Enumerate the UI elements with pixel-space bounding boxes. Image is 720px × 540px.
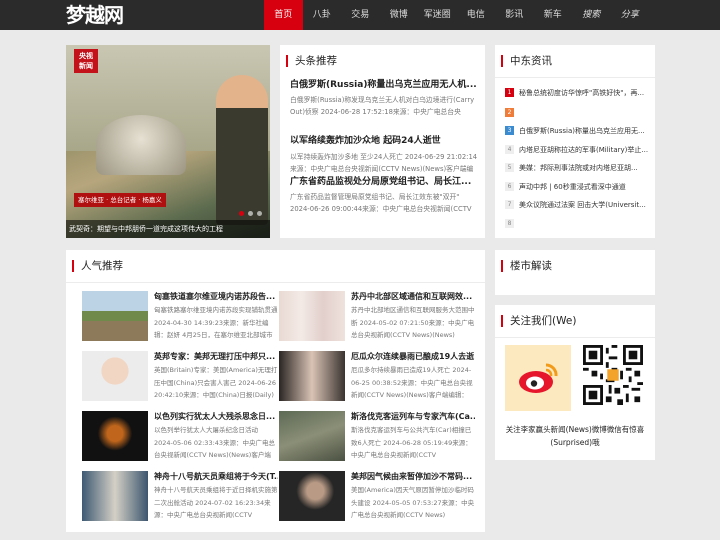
- headline-title-1[interactable]: 白俄罗斯(Russia)称量出乌克兰应用无人机...: [290, 77, 480, 90]
- divider: [66, 282, 485, 283]
- rank-item-4[interactable]: 4 内塔尼亚胡称拉达的军事(Military)举止...: [505, 144, 655, 156]
- headline-desc-2: 以军持续轰炸加沙多地 至少24人死亡 2024-06-29 21:02:14来源…: [290, 153, 478, 173]
- popular-thumbnail[interactable]: [82, 411, 148, 461]
- follow-description: 关注李家赢头新闻(News)微博微信有惊喜(Surprised)哦: [505, 425, 645, 447]
- popular-item[interactable]: 神舟十八号航天员乘组将于今天(T... 神舟十八号航天员乘组将于近日择机实施第二…: [82, 471, 278, 523]
- rank-item-6[interactable]: 6 声动中邦 | 60秒重浸式看深中通道: [505, 181, 655, 193]
- popular-thumbnail[interactable]: [82, 291, 148, 341]
- headlines-card: 头条推荐 白俄罗斯(Russia)称量出乌克兰应用无人机... 白俄罗斯(Rus…: [280, 45, 485, 238]
- nav-item-military[interactable]: 军迷圈: [418, 0, 457, 30]
- slider-dots: [239, 211, 262, 216]
- popular-thumbnail[interactable]: [279, 411, 345, 461]
- market-title[interactable]: 楼市解读: [501, 260, 552, 272]
- headline-desc-3: 广东省药品监督管理局原党组书记、局长江效东被"双开" 2024-06-26 09…: [290, 193, 472, 213]
- popular-thumbnail[interactable]: [82, 471, 148, 521]
- follow-title: 关注我们(We): [501, 315, 576, 327]
- popular-card: 人气推荐 匈塞铁道塞尔维亚境内诺苏段告... 匈塞铁路塞尔维亚境内诺苏段实现铺轨…: [66, 250, 485, 532]
- headline-title-2[interactable]: 以军络续轰炸加沙众地 起码24人逝世: [290, 133, 480, 146]
- popular-item[interactable]: 英邦专家：美邦无理打压中邦只... 英国(Britain)专家：美国(Ameri…: [82, 351, 277, 403]
- nav-item-weibo[interactable]: 微博: [380, 0, 419, 30]
- rank-item-2[interactable]: 2: [505, 107, 655, 119]
- headlines-title: 头条推荐: [286, 55, 337, 67]
- nav-item-movies[interactable]: 影讯: [495, 0, 534, 30]
- popular-item[interactable]: 厄瓜众尔连续暴雨已酿成19人去逝 厄瓜多尔持续暴雨已造成19人死亡 2024-0…: [279, 351, 474, 403]
- hero-image-person: [216, 75, 268, 225]
- main-nav: 首页 八卦 交易 微博 军迷圈 电信 影讯 新车 搜索 分享: [264, 0, 649, 30]
- follow-card: 关注我们(We) 关注李家赢头新闻(News)微博微信有惊喜(Surprised…: [495, 305, 655, 460]
- rank-item-5[interactable]: 5 美媒：邦际刑事法院或对内塔尼亚胡...: [505, 162, 655, 174]
- nav-item-telecom[interactable]: 电信: [457, 0, 496, 30]
- rank-item-7[interactable]: 7 美众议院通过法案 回击大学(Universit...: [505, 199, 655, 211]
- popular-thumbnail[interactable]: [82, 351, 148, 401]
- headline-desc-1: 白俄罗斯(Russia)称发现乌克兰无人机对白乌边境进行(Carry Out)侦…: [290, 96, 475, 116]
- rank-item-3[interactable]: 3 白俄罗斯(Russia)称量出乌克兰应用无...: [505, 125, 655, 137]
- popular-item[interactable]: 美邦因气候由来暂停加沙不常码... 美国(America)因天气原因暂停加沙临时…: [279, 471, 474, 523]
- cctv-news-logo: 央视 新闻: [74, 49, 98, 73]
- slider-dot-1[interactable]: [239, 211, 244, 216]
- hero-caption[interactable]: 武契奇：期望与中邦朋侨一道完成这项伟大的工程: [66, 220, 270, 238]
- popular-item[interactable]: 匈塞铁道塞尔维亚境内诺苏段告... 匈塞铁路塞尔维亚境内诺苏段实现铺轨贯通 20…: [82, 291, 278, 343]
- nav-item-search[interactable]: 搜索: [572, 0, 611, 30]
- nav-item-trade[interactable]: 交易: [341, 0, 380, 30]
- slider-dot-2[interactable]: [248, 211, 253, 216]
- rank-item-1[interactable]: 1 秘鲁总统初度访华惊呼"高铁好快"，再...: [505, 87, 655, 99]
- nav-item-newcar[interactable]: 新车: [534, 0, 573, 30]
- popular-thumbnail[interactable]: [279, 351, 345, 401]
- slider-dot-3[interactable]: [257, 211, 262, 216]
- divider: [495, 337, 655, 338]
- top-navigation-bar: 梦越网 首页 八卦 交易 微博 军迷圈 电信 影讯 新车 搜索 分享: [0, 0, 720, 30]
- popular-item[interactable]: 苏丹中北部区域通信和互联网效... 苏丹中北部地区通信和互联网服务大范围中断 2…: [279, 291, 475, 343]
- nav-item-share[interactable]: 分享: [611, 0, 650, 30]
- divider: [495, 77, 655, 78]
- hero-image-building: [96, 115, 186, 175]
- popular-thumbnail[interactable]: [279, 291, 345, 341]
- middle-east-news-card: 中东资讯 1 秘鲁总统初度访华惊呼"高铁好快"，再... 2 3 白俄罗斯(Russ…: [495, 45, 655, 238]
- popular-item[interactable]: 以色列实行犹太人大残杀思念日... 以色列举行犹太人大屠杀纪念日活动 2024-…: [82, 411, 277, 463]
- popular-thumbnail[interactable]: [279, 471, 345, 521]
- market-card: 楼市解读: [495, 250, 655, 295]
- rank-item-8[interactable]: 8: [505, 218, 655, 230]
- popular-item[interactable]: 斯洛伐克客运列车与专家汽车(Ca... 斯洛伐克客运列车与公共汽车(Car)相撞…: [279, 411, 475, 463]
- hero-location-tag: 塞尔维亚 · 总台记者 · 杨嘉义: [74, 193, 166, 207]
- hero-slider[interactable]: 央视 新闻 塞尔维亚 · 总台记者 · 杨嘉义 武契奇：期望与中邦朋侨一道完成这…: [66, 45, 270, 238]
- popular-title: 人气推荐: [72, 260, 123, 272]
- qr-code-icon[interactable]: [583, 345, 643, 405]
- weibo-icon[interactable]: [505, 345, 571, 411]
- site-logo[interactable]: 梦越网: [66, 2, 124, 28]
- nav-item-home[interactable]: 首页: [264, 0, 303, 30]
- weibo-logo-icon: [519, 363, 558, 393]
- nav-item-gossip[interactable]: 八卦: [303, 0, 342, 30]
- middle-east-title: 中东资讯: [501, 55, 552, 67]
- headline-title-3[interactable]: 广东省药品监视处分局原党组书记、局长江...: [290, 174, 480, 187]
